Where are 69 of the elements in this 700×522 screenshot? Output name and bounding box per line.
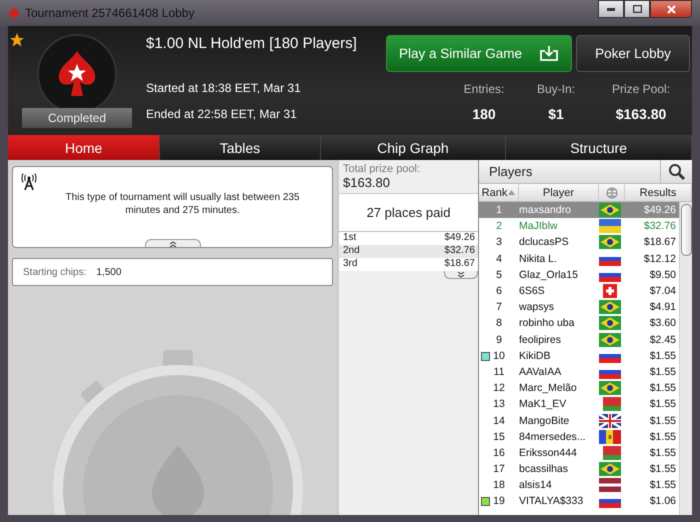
place-label: 2nd: [343, 245, 360, 258]
player-row[interactable]: 14 MangoBite $1.55: [479, 412, 679, 429]
place-label: 1st: [343, 232, 356, 245]
player-row[interactable]: 8 robinho uba $3.60: [479, 315, 679, 332]
tab[interactable]: Home: [8, 135, 160, 160]
star-icon[interactable]: [10, 33, 24, 47]
window-title: Tournament 2574661408 Lobby: [25, 6, 194, 20]
sort-arrow-icon: [508, 190, 516, 195]
stat-value: $163.80: [616, 106, 666, 122]
chevron-up-icon: [168, 240, 178, 246]
player-row[interactable]: 10 KikiDB $1.55: [479, 348, 679, 364]
player-row[interactable]: 3 dclucasPS $18.67: [479, 234, 679, 251]
chevron-down-icon: [456, 272, 466, 278]
end-time: Ended at 22:58 EET, Mar 31: [146, 107, 298, 121]
player-row[interactable]: 16 Eriksson444 $1.55: [479, 444, 679, 461]
stat-label: Prize Pool:: [612, 82, 670, 96]
stat-value: $1: [548, 106, 564, 122]
player-row[interactable]: 13 MaK1_EV $1.55: [479, 396, 679, 412]
maximize-button[interactable]: [624, 0, 650, 18]
player-row[interactable]: 7 wapsys $4.91: [479, 299, 679, 316]
player-row[interactable]: 18 alsis14 $1.55: [479, 477, 679, 494]
starting-chips-label: Starting chips:: [23, 266, 86, 278]
player-row[interactable]: 12 Marc_Melão $1.55: [479, 380, 679, 396]
game-title: $1.00 NL Hold'em [180 Players]: [146, 35, 358, 54]
close-button[interactable]: [650, 0, 692, 18]
player-row[interactable]: 4 Nikita L. $12.12: [479, 250, 679, 267]
player-row[interactable]: 6 6S6S $7.04: [479, 282, 679, 300]
column-header[interactable]: Rank: [479, 184, 519, 201]
play-similar-button[interactable]: Play a Similar Game: [386, 35, 572, 72]
starting-chips-value: 1,500: [96, 266, 122, 278]
start-time: Started at 18:38 EET, Mar 31: [146, 81, 302, 95]
search-icon: [668, 162, 686, 180]
expand-button[interactable]: [144, 239, 200, 247]
prize-amount: $49.26: [444, 232, 475, 245]
player-row[interactable]: 11 AAVaIAA $1.55: [479, 364, 679, 380]
minimize-button[interactable]: [598, 0, 624, 18]
column-header[interactable]: Player: [519, 184, 599, 201]
column-header[interactable]: Results: [625, 184, 692, 201]
spade-logo: [57, 51, 97, 97]
players-title: Players: [488, 164, 534, 179]
antenna-icon: [21, 173, 37, 191]
download-icon: [539, 46, 559, 62]
player-row[interactable]: 2 MaJIblw $32.76: [479, 218, 679, 234]
minimize-icon: [607, 8, 615, 10]
spade-icon: [8, 6, 20, 20]
maximize-icon: [632, 5, 642, 13]
places-paid: 27 places paid: [339, 194, 478, 232]
stat-label: Entries:: [464, 82, 504, 96]
place-label: 3rd: [343, 258, 358, 271]
stat-label: Buy-In:: [536, 82, 575, 96]
player-row[interactable]: 5 Glaz_Orla15 $9.50: [479, 266, 679, 283]
player-row[interactable]: 9 feolipires $2.45: [479, 332, 679, 348]
stat-value: 180: [472, 106, 496, 122]
prize-pool-label: Total prize pool:: [342, 162, 422, 175]
player-row[interactable]: 19 VITALYA$333 $1.06: [479, 493, 679, 510]
tab[interactable]: Structure: [506, 135, 692, 160]
close-icon: [666, 4, 676, 14]
player-row[interactable]: 17 bcassilhas $1.55: [479, 461, 679, 478]
tab[interactable]: Chip Graph: [320, 135, 506, 160]
player-row[interactable]: 15 84mersedes... $1.55: [479, 428, 679, 445]
status-ribbon: Completed: [22, 108, 132, 128]
expand-button[interactable]: [444, 271, 478, 279]
tab[interactable]: Tables: [160, 135, 321, 160]
poker-lobby-button[interactable]: Poker Lobby: [576, 35, 690, 72]
prize-amount: $32.76: [444, 245, 475, 258]
duration-message: This type of tournament will usually last between 235 minutes and 275 minutes.: [64, 191, 300, 217]
globe-icon: [606, 186, 618, 198]
prize-amount: $18.67: [444, 258, 475, 271]
scrollbar-thumb[interactable]: [680, 204, 692, 256]
